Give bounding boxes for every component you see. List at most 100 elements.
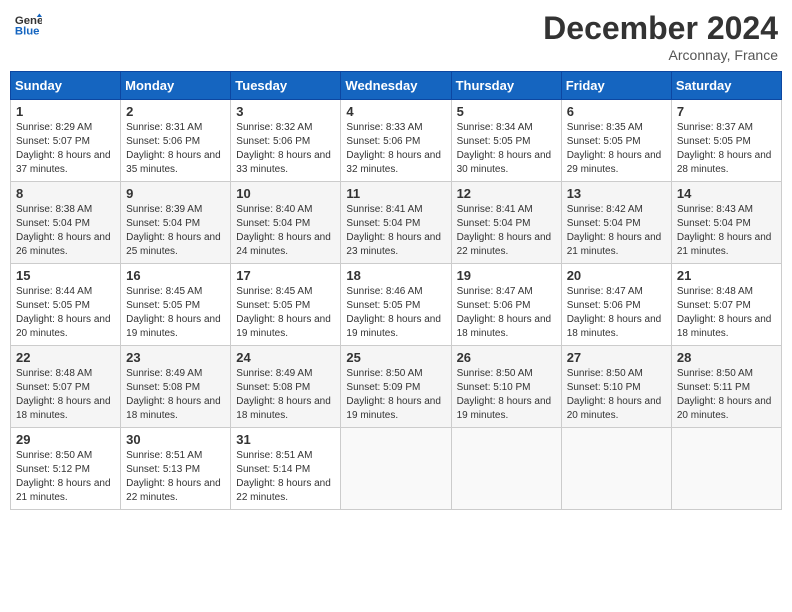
day-number: 2 [126,104,225,119]
table-row: 29 Sunrise: 8:50 AMSunset: 5:12 PMDayligh… [11,428,121,510]
table-row: 10Sunrise: 8:40 AMSunset: 5:04 PMDayligh… [231,182,341,264]
day-info: Sunrise: 8:41 AMSunset: 5:04 PMDaylight:… [457,203,556,259]
day-info: Sunrise: 8:47 AMSunset: 5:06 PMDaylight:… [457,285,556,341]
day-info: Sunrise: 8:50 AMSunset: 5:10 PMDaylight:… [457,367,556,423]
col-friday: Friday [561,72,671,100]
day-number: 13 [567,186,666,201]
day-info: Sunrise: 8:48 AMSunset: 5:07 PMDaylight:… [677,285,776,341]
table-row: 23 Sunrise: 8:49 AMSunset: 5:08 PMDayligh… [121,346,231,428]
day-info: Sunrise: 8:50 AMSunset: 5:11 PMDaylight:… [677,367,776,423]
day-info: Sunrise: 8:46 AMSunset: 5:05 PMDaylight:… [346,285,445,341]
table-row: 26 Sunrise: 8:50 AMSunset: 5:10 PMDayligh… [451,346,561,428]
col-saturday: Saturday [671,72,781,100]
table-row: 15 Sunrise: 8:44 AMSunset: 5:05 PMDayligh… [11,264,121,346]
page-header: General Blue December 2024 Arconnay, Fra… [10,10,782,63]
table-row: 5 Sunrise: 8:34 AMSunset: 5:05 PMDaylight… [451,100,561,182]
day-number: 11 [346,186,445,201]
svg-text:Blue: Blue [15,26,40,38]
day-number: 25 [346,350,445,365]
day-info: Sunrise: 8:50 AMSunset: 5:12 PMDaylight:… [16,449,115,505]
table-row: 6 Sunrise: 8:35 AMSunset: 5:05 PMDaylight… [561,100,671,182]
day-info: Sunrise: 8:32 AMSunset: 5:06 PMDaylight:… [236,121,335,177]
day-number: 12 [457,186,556,201]
table-row: 30 Sunrise: 8:51 AMSunset: 5:13 PMDayligh… [121,428,231,510]
day-number: 22 [16,350,115,365]
calendar-week-1: 1 Sunrise: 8:29 AMSunset: 5:07 PMDaylight… [11,100,782,182]
day-number: 27 [567,350,666,365]
table-row [341,428,451,510]
calendar-week-3: 15 Sunrise: 8:44 AMSunset: 5:05 PMDayligh… [11,264,782,346]
calendar-body: 1 Sunrise: 8:29 AMSunset: 5:07 PMDaylight… [11,100,782,510]
day-number: 14 [677,186,776,201]
table-row: 18 Sunrise: 8:46 AMSunset: 5:05 PMDayligh… [341,264,451,346]
day-number: 18 [346,268,445,283]
day-info: Sunrise: 8:29 AMSunset: 5:07 PMDaylight:… [16,121,115,177]
day-info: Sunrise: 8:51 AMSunset: 5:13 PMDaylight:… [126,449,225,505]
logo: General Blue [14,10,42,38]
table-row [671,428,781,510]
day-number: 29 [16,432,115,447]
day-number: 30 [126,432,225,447]
table-row: 7 Sunrise: 8:37 AMSunset: 5:05 PMDaylight… [671,100,781,182]
day-info: Sunrise: 8:31 AMSunset: 5:06 PMDaylight:… [126,121,225,177]
calendar-week-2: 8 Sunrise: 8:38 AMSunset: 5:04 PMDaylight… [11,182,782,264]
logo-icon: General Blue [14,10,42,38]
day-number: 23 [126,350,225,365]
calendar-table: Sunday Monday Tuesday Wednesday Thursday… [10,71,782,510]
day-number: 24 [236,350,335,365]
table-row: 4Sunrise: 8:33 AMSunset: 5:06 PMDaylight… [341,100,451,182]
table-row: 28 Sunrise: 8:50 AMSunset: 5:11 PMDayligh… [671,346,781,428]
col-tuesday: Tuesday [231,72,341,100]
day-number: 21 [677,268,776,283]
day-info: Sunrise: 8:42 AMSunset: 5:04 PMDaylight:… [567,203,666,259]
title-area: December 2024 Arconnay, France [543,10,778,63]
col-wednesday: Wednesday [341,72,451,100]
table-row: 22 Sunrise: 8:48 AMSunset: 5:07 PMDayligh… [11,346,121,428]
day-number: 1 [16,104,115,119]
table-row: 3 Sunrise: 8:32 AMSunset: 5:06 PMDaylight… [231,100,341,182]
day-info: Sunrise: 8:44 AMSunset: 5:05 PMDaylight:… [16,285,115,341]
calendar-week-5: 29 Sunrise: 8:50 AMSunset: 5:12 PMDayligh… [11,428,782,510]
table-row: 25 Sunrise: 8:50 AMSunset: 5:09 PMDayligh… [341,346,451,428]
day-info: Sunrise: 8:50 AMSunset: 5:09 PMDaylight:… [346,367,445,423]
table-row: 19 Sunrise: 8:47 AMSunset: 5:06 PMDayligh… [451,264,561,346]
day-info: Sunrise: 8:41 AMSunset: 5:04 PMDaylight:… [346,203,445,259]
day-number: 8 [16,186,115,201]
day-number: 7 [677,104,776,119]
day-number: 6 [567,104,666,119]
table-row: 13 Sunrise: 8:42 AMSunset: 5:04 PMDayligh… [561,182,671,264]
day-info: Sunrise: 8:49 AMSunset: 5:08 PMDaylight:… [126,367,225,423]
calendar-week-4: 22 Sunrise: 8:48 AMSunset: 5:07 PMDayligh… [11,346,782,428]
day-info: Sunrise: 8:49 AMSunset: 5:08 PMDaylight:… [236,367,335,423]
day-number: 26 [457,350,556,365]
day-info: Sunrise: 8:35 AMSunset: 5:05 PMDaylight:… [567,121,666,177]
day-number: 28 [677,350,776,365]
day-number: 20 [567,268,666,283]
table-row [451,428,561,510]
day-info: Sunrise: 8:38 AMSunset: 5:04 PMDaylight:… [16,203,115,259]
table-row: 16Sunrise: 8:45 AMSunset: 5:05 PMDayligh… [121,264,231,346]
table-row: 2 Sunrise: 8:31 AMSunset: 5:06 PMDaylight… [121,100,231,182]
day-number: 15 [16,268,115,283]
day-info: Sunrise: 8:39 AMSunset: 5:04 PMDaylight:… [126,203,225,259]
day-number: 17 [236,268,335,283]
day-info: Sunrise: 8:34 AMSunset: 5:05 PMDaylight:… [457,121,556,177]
day-number: 31 [236,432,335,447]
day-number: 3 [236,104,335,119]
table-row: 21 Sunrise: 8:48 AMSunset: 5:07 PMDayligh… [671,264,781,346]
day-number: 10 [236,186,335,201]
table-row: 24 Sunrise: 8:49 AMSunset: 5:08 PMDayligh… [231,346,341,428]
table-row: 27 Sunrise: 8:50 AMSunset: 5:10 PMDayligh… [561,346,671,428]
table-row: 20 Sunrise: 8:47 AMSunset: 5:06 PMDayligh… [561,264,671,346]
day-info: Sunrise: 8:45 AMSunset: 5:05 PMDaylight:… [126,285,225,341]
day-info: Sunrise: 8:37 AMSunset: 5:05 PMDaylight:… [677,121,776,177]
table-row: 12 Sunrise: 8:41 AMSunset: 5:04 PMDayligh… [451,182,561,264]
day-number: 5 [457,104,556,119]
day-info: Sunrise: 8:50 AMSunset: 5:10 PMDaylight:… [567,367,666,423]
day-info: Sunrise: 8:48 AMSunset: 5:07 PMDaylight:… [16,367,115,423]
table-row: 8 Sunrise: 8:38 AMSunset: 5:04 PMDaylight… [11,182,121,264]
day-number: 19 [457,268,556,283]
day-info: Sunrise: 8:45 AMSunset: 5:05 PMDaylight:… [236,285,335,341]
day-info: Sunrise: 8:47 AMSunset: 5:06 PMDaylight:… [567,285,666,341]
month-title: December 2024 [543,10,778,47]
